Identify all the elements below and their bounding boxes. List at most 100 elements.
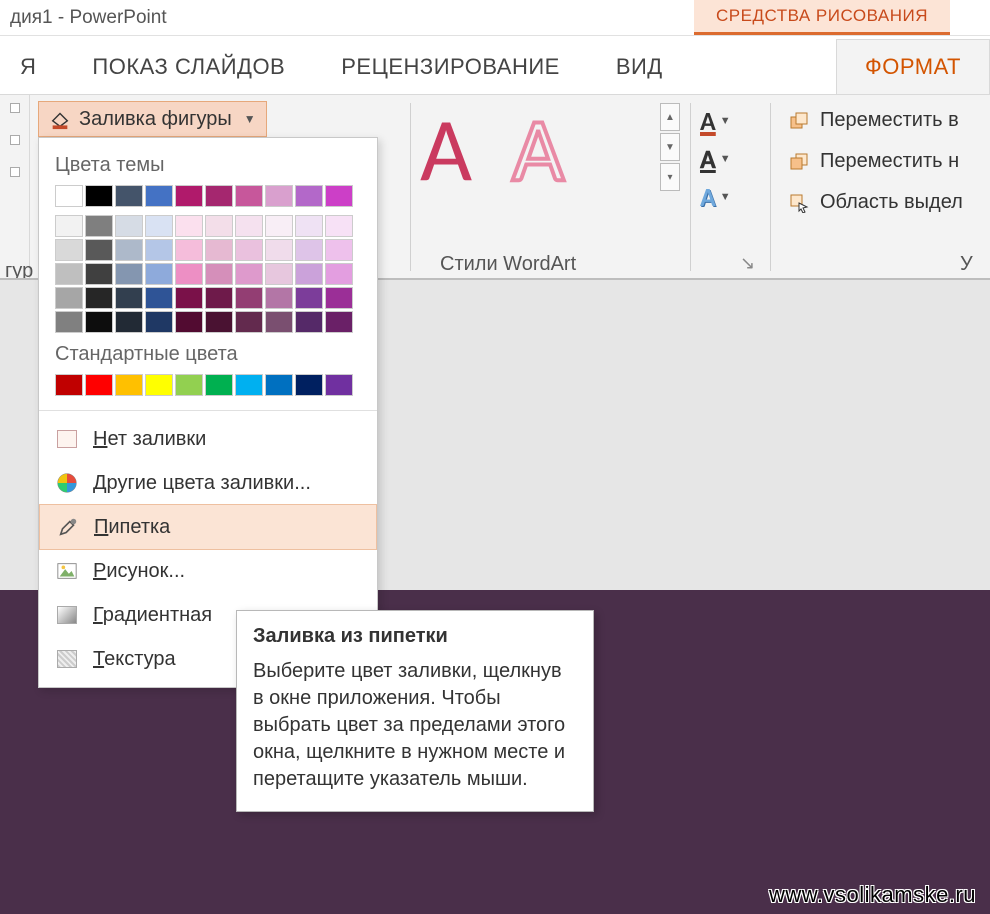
color-swatch[interactable] — [175, 215, 203, 237]
bring-forward-button[interactable]: Переместить в — [782, 105, 969, 136]
tab-view[interactable]: ВИД — [588, 40, 691, 94]
eyedropper-item[interactable]: Пипетка — [39, 504, 377, 550]
gallery-up-button[interactable]: ▲ — [660, 103, 680, 131]
color-swatch[interactable] — [235, 185, 263, 207]
color-swatch[interactable] — [325, 263, 353, 285]
color-swatch[interactable] — [325, 374, 353, 396]
text-outline-button[interactable]: A▼ — [700, 143, 760, 175]
color-swatch[interactable] — [325, 215, 353, 237]
color-swatch[interactable] — [265, 263, 293, 285]
color-swatch[interactable] — [205, 287, 233, 309]
more-fill-colors-item[interactable]: Другие цвета заливки... — [39, 461, 377, 505]
color-swatch[interactable] — [115, 311, 143, 333]
color-wheel-icon — [55, 471, 79, 495]
tab-review[interactable]: РЕЦЕНЗИРОВАНИЕ — [313, 40, 588, 94]
color-swatch[interactable] — [85, 215, 113, 237]
stub-control[interactable] — [10, 167, 20, 177]
color-swatch[interactable] — [145, 311, 173, 333]
color-swatch[interactable] — [175, 185, 203, 207]
color-swatch[interactable] — [205, 239, 233, 261]
color-swatch[interactable] — [145, 263, 173, 285]
color-swatch[interactable] — [265, 185, 293, 207]
color-swatch[interactable] — [145, 374, 173, 396]
no-fill-icon — [55, 427, 79, 451]
color-swatch[interactable] — [235, 239, 263, 261]
selection-pane-icon — [788, 192, 810, 214]
color-swatch[interactable] — [175, 311, 203, 333]
color-swatch[interactable] — [85, 311, 113, 333]
stub-control[interactable] — [10, 135, 20, 145]
color-swatch[interactable] — [55, 185, 83, 207]
color-swatch[interactable] — [205, 374, 233, 396]
color-swatch[interactable] — [85, 239, 113, 261]
color-swatch[interactable] — [205, 215, 233, 237]
color-swatch[interactable] — [295, 263, 323, 285]
color-swatch[interactable] — [115, 215, 143, 237]
color-swatch[interactable] — [205, 311, 233, 333]
color-swatch[interactable] — [265, 239, 293, 261]
color-swatch[interactable] — [235, 287, 263, 309]
paint-bucket-icon — [49, 108, 71, 130]
text-fill-button[interactable]: A▼ — [700, 105, 760, 137]
color-swatch[interactable] — [235, 215, 263, 237]
color-swatch[interactable] — [115, 263, 143, 285]
color-swatch[interactable] — [55, 311, 83, 333]
gallery-more-button[interactable]: ▾ — [660, 163, 680, 191]
color-swatch[interactable] — [295, 215, 323, 237]
color-swatch[interactable] — [295, 287, 323, 309]
wordart-dialog-launcher[interactable]: ↘ — [740, 253, 755, 274]
color-swatch[interactable] — [55, 287, 83, 309]
color-swatch[interactable] — [175, 239, 203, 261]
tab-cut-left[interactable]: Я — [20, 40, 64, 94]
color-swatch[interactable] — [115, 287, 143, 309]
color-swatch[interactable] — [175, 263, 203, 285]
color-swatch[interactable] — [265, 215, 293, 237]
color-swatch[interactable] — [115, 374, 143, 396]
color-swatch[interactable] — [55, 263, 83, 285]
color-swatch[interactable] — [325, 287, 353, 309]
no-fill-item[interactable]: Нет заливки — [39, 417, 377, 461]
color-swatch[interactable] — [115, 185, 143, 207]
color-swatch[interactable] — [145, 287, 173, 309]
color-swatch[interactable] — [265, 374, 293, 396]
color-swatch[interactable] — [235, 374, 263, 396]
wordart-style-outline[interactable]: A — [512, 105, 564, 195]
color-swatch[interactable] — [205, 263, 233, 285]
color-swatch[interactable] — [235, 263, 263, 285]
color-swatch[interactable] — [325, 239, 353, 261]
color-swatch[interactable] — [175, 374, 203, 396]
color-swatch[interactable] — [295, 374, 323, 396]
tab-slideshow[interactable]: ПОКАЗ СЛАЙДОВ — [64, 40, 313, 94]
stub-control[interactable] — [10, 103, 20, 113]
color-swatch[interactable] — [55, 239, 83, 261]
gallery-down-button[interactable]: ▼ — [660, 133, 680, 161]
color-swatch[interactable] — [265, 311, 293, 333]
color-swatch[interactable] — [295, 185, 323, 207]
color-swatch[interactable] — [265, 287, 293, 309]
picture-fill-item[interactable]: Рисунок... — [39, 549, 377, 593]
color-swatch[interactable] — [55, 215, 83, 237]
color-swatch[interactable] — [175, 287, 203, 309]
color-swatch[interactable] — [145, 185, 173, 207]
color-swatch[interactable] — [325, 185, 353, 207]
wordart-styles-gallery[interactable]: A A — [420, 105, 670, 195]
color-swatch[interactable] — [85, 374, 113, 396]
shape-fill-button[interactable]: Заливка фигуры ▼ — [38, 101, 267, 137]
text-effects-button[interactable]: A▼ — [700, 181, 760, 213]
color-swatch[interactable] — [85, 185, 113, 207]
color-swatch[interactable] — [295, 239, 323, 261]
color-swatch[interactable] — [55, 374, 83, 396]
wordart-style-fill[interactable]: A — [420, 105, 472, 195]
color-swatch[interactable] — [205, 185, 233, 207]
color-swatch[interactable] — [235, 311, 263, 333]
color-swatch[interactable] — [115, 239, 143, 261]
color-swatch[interactable] — [85, 287, 113, 309]
tab-format[interactable]: ФОРМАТ — [836, 39, 990, 94]
color-swatch[interactable] — [145, 215, 173, 237]
color-swatch[interactable] — [85, 263, 113, 285]
color-swatch[interactable] — [325, 311, 353, 333]
selection-pane-button[interactable]: Область выдел — [782, 187, 969, 218]
send-backward-button[interactable]: Переместить н — [782, 146, 969, 177]
color-swatch[interactable] — [145, 239, 173, 261]
color-swatch[interactable] — [295, 311, 323, 333]
